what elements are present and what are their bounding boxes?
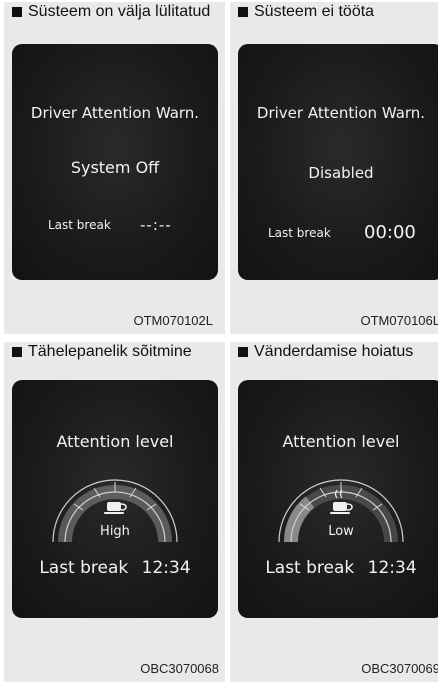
gauge-level-label: Low bbox=[328, 524, 354, 539]
last-break-label: Last break bbox=[39, 558, 129, 578]
panel-disabled: Süsteem ei tööta Driver Attention Warn. … bbox=[230, 2, 438, 334]
panel-drowsiness-warning: Vänderdamise hoiatus Attention level Low… bbox=[230, 342, 438, 682]
screen-title: Attention level bbox=[282, 432, 400, 451]
last-break-value: 12:34 bbox=[141, 558, 191, 578]
bullet-square-icon bbox=[12, 7, 22, 17]
last-break-label: Last break bbox=[265, 558, 355, 578]
figure-code: OBC3070069 bbox=[361, 661, 438, 676]
figure-code: OTM070102L bbox=[133, 313, 214, 328]
cluster-screen: Attention level High Last break 12:34 bbox=[12, 380, 218, 618]
caption-text: Vänderdamise hoiatus bbox=[254, 343, 414, 360]
status-text: System Off bbox=[70, 158, 160, 177]
attention-gauge bbox=[278, 479, 404, 543]
panel-caption: Vänderdamise hoiatus bbox=[238, 344, 434, 360]
last-break-row: Last break 12:34 bbox=[12, 558, 218, 578]
cluster-screen: Driver Attention Warn. System Off Last b… bbox=[12, 44, 218, 280]
cluster-screen: Attention level Low Last break 12:34 bbox=[238, 380, 438, 618]
cluster-screen: Driver Attention Warn. Disabled Last bre… bbox=[238, 44, 438, 280]
panel-caption: Tähelepanelik sõitmine bbox=[12, 344, 221, 360]
screen-title: Attention level bbox=[56, 432, 174, 451]
screen-title: Driver Attention Warn. bbox=[256, 104, 426, 122]
screen-title: Driver Attention Warn. bbox=[30, 104, 200, 122]
figure-code: OBC3070068 bbox=[140, 661, 219, 676]
status-text: Disabled bbox=[308, 164, 374, 182]
last-break-row: Last break 12:34 bbox=[238, 558, 438, 578]
caption-text: Tähelepanelik sõitmine bbox=[28, 343, 192, 360]
panel-caption: Süsteem ei tööta bbox=[238, 4, 434, 20]
last-break-label: Last break bbox=[268, 226, 331, 240]
bullet-square-icon bbox=[238, 347, 248, 357]
last-break-label: Last break bbox=[48, 218, 111, 232]
bullet-square-icon bbox=[238, 7, 248, 17]
gauge-level-label: High bbox=[100, 524, 130, 539]
caption-text: Süsteem ei tööta bbox=[254, 3, 375, 20]
last-break-value: 12:34 bbox=[367, 558, 417, 578]
caption-text: Süsteem on välja lülitatud bbox=[28, 3, 211, 20]
figure-code: OTM070106L bbox=[360, 313, 438, 328]
panel-caption: Süsteem on välja lülitatud bbox=[12, 4, 221, 20]
coffee-cup-icon bbox=[104, 502, 127, 514]
attention-gauge bbox=[52, 479, 178, 543]
last-break-value: 00:00 bbox=[364, 222, 416, 243]
bullet-square-icon bbox=[12, 347, 22, 357]
panel-attentive-driving: Tähelepanelik sõitmine Attention level H… bbox=[4, 342, 225, 682]
panel-system-off: Süsteem on välja lülitatud Driver Attent… bbox=[4, 2, 225, 334]
last-break-value: --:-- bbox=[140, 216, 172, 234]
